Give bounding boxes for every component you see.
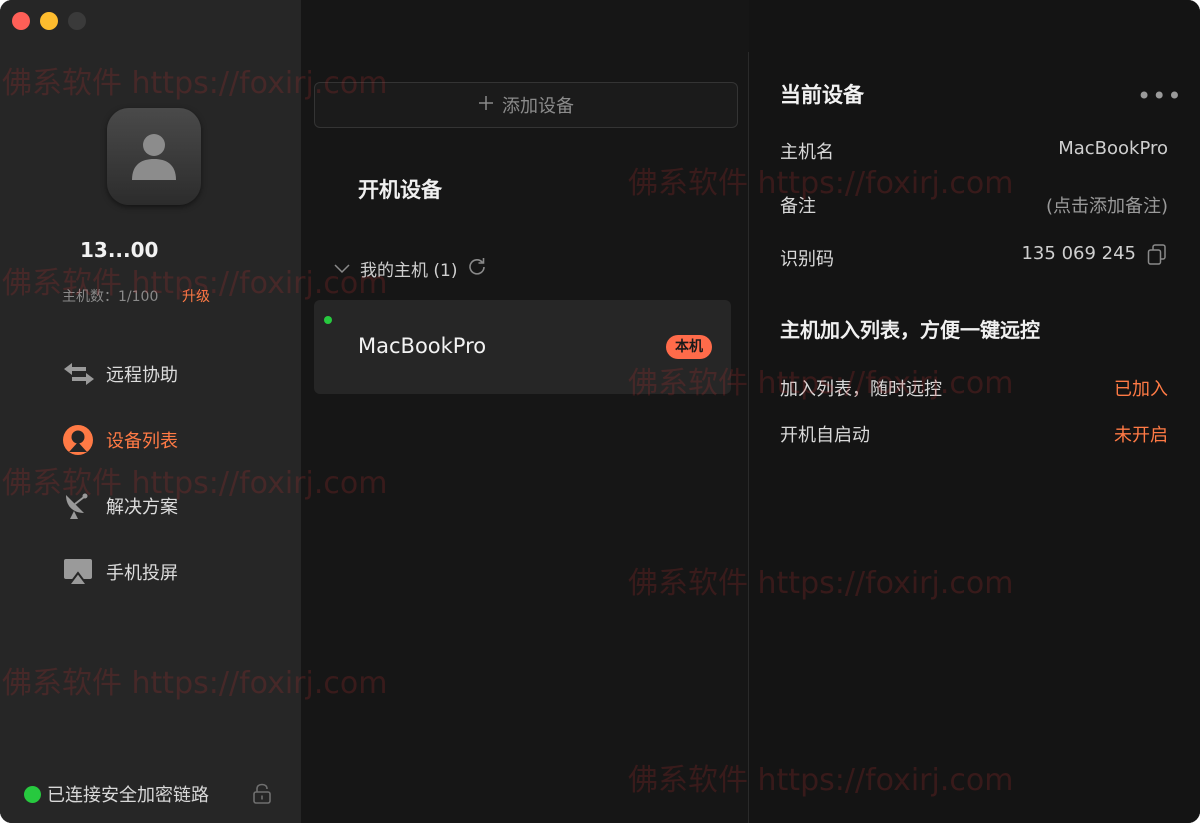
nav-screen-mirror-label: 手机投屏 <box>106 563 178 584</box>
window-controls <box>12 12 86 30</box>
join-list-label: 加入列表，随时远控 <box>780 379 942 400</box>
chevron-down-icon[interactable] <box>334 259 350 279</box>
nav-device-list[interactable]: 设备列表 <box>62 424 178 456</box>
nav-remote-assist-label: 远程协助 <box>106 365 178 386</box>
nav-remote-assist[interactable]: 远程协助 <box>62 358 178 390</box>
app-window: 13...00 主机数：1/100 升级 远程协助 设备列表 解决方案 手机投屏… <box>0 0 1200 823</box>
user-name: 13...00 <box>80 238 159 262</box>
note-label: 备注 <box>780 196 816 217</box>
lock-icon[interactable] <box>252 783 272 809</box>
airplay-icon <box>62 556 96 588</box>
connection-status-text: 已连接安全加密链路 <box>47 785 209 806</box>
details-title: 当前设备 <box>780 83 864 107</box>
upgrade-link[interactable]: 升级 <box>182 286 210 306</box>
device-list-panel: 添加设备 开机设备 我的主机 (1) MacBookPro 本机 <box>301 0 749 823</box>
plus-icon <box>478 95 494 116</box>
copy-icon[interactable] <box>1147 244 1167 270</box>
device-name: MacBookPro <box>358 334 487 358</box>
host-count: 主机数：1/100 <box>62 289 159 305</box>
refresh-icon[interactable] <box>467 256 487 281</box>
join-list-status[interactable]: 已加入 <box>1114 375 1168 401</box>
avatar[interactable] <box>107 108 201 205</box>
add-device-label: 添加设备 <box>502 96 574 117</box>
hostname-label: 主机名 <box>780 142 834 163</box>
online-indicator <box>324 316 332 324</box>
close-window-button[interactable] <box>12 12 30 30</box>
group-label: 我的主机 (1) <box>360 261 458 281</box>
minimize-window-button[interactable] <box>40 12 58 30</box>
section-title: 开机设备 <box>358 178 442 202</box>
device-list-icon <box>62 424 96 456</box>
promo-title: 主机加入列表，方便一键远控 <box>780 318 1040 342</box>
swap-arrows-icon <box>62 358 96 390</box>
autostart-label: 开机自启动 <box>780 425 870 446</box>
add-device-button[interactable]: 添加设备 <box>314 82 738 128</box>
nav-screen-mirror[interactable]: 手机投屏 <box>62 556 178 588</box>
nav-solutions[interactable]: 解决方案 <box>62 490 178 522</box>
maximize-window-button[interactable] <box>68 12 86 30</box>
device-details-panel: 当前设备 ••• 主机名 MacBookPro 备注 (点击添加备注) 识别码 … <box>749 0 1200 823</box>
device-card[interactable]: MacBookPro 本机 <box>314 300 731 394</box>
note-input[interactable]: (点击添加备注) <box>1046 192 1168 218</box>
sidebar: 13...00 主机数：1/100 升级 远程协助 设备列表 解决方案 手机投屏… <box>0 0 301 823</box>
device-id-value: 135 069 245 <box>1021 243 1136 264</box>
connection-status: 已连接安全加密链路 <box>24 781 209 807</box>
user-icon <box>132 134 176 180</box>
status-indicator <box>24 785 41 803</box>
device-id-label: 识别码 <box>780 249 834 270</box>
nav-solutions-label: 解决方案 <box>106 497 178 518</box>
satellite-dish-icon <box>62 490 96 522</box>
hostname-value: MacBookPro <box>1058 138 1168 159</box>
local-badge: 本机 <box>666 335 712 359</box>
more-options-button[interactable]: ••• <box>1137 82 1182 110</box>
group-header[interactable]: 我的主机 (1) <box>334 256 487 281</box>
nav-device-list-label: 设备列表 <box>106 431 178 452</box>
autostart-status[interactable]: 未开启 <box>1114 421 1168 447</box>
